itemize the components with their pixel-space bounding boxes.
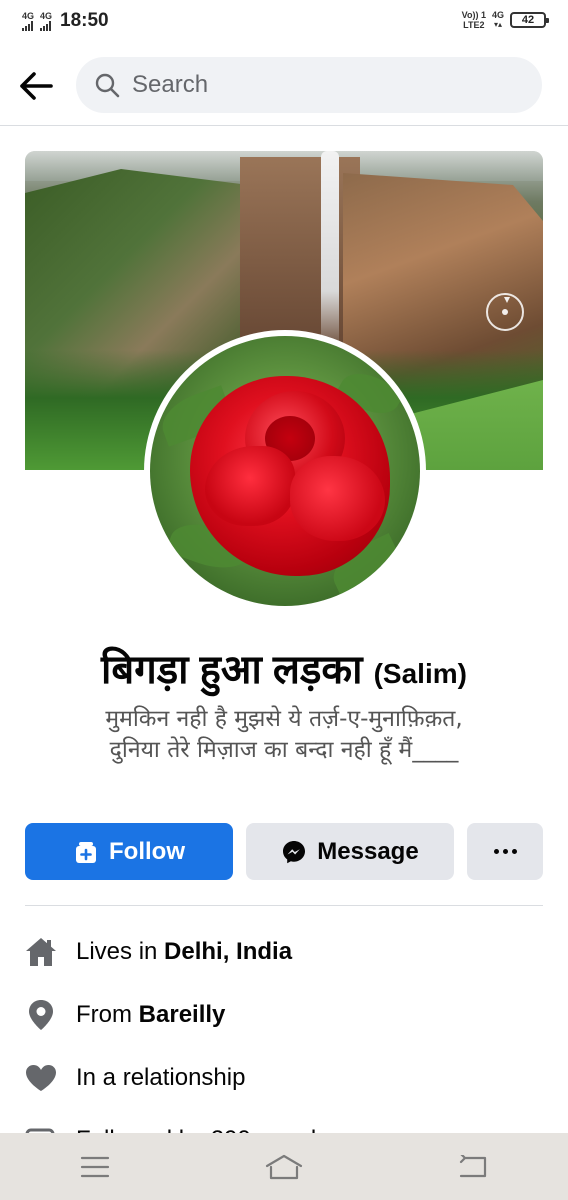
back-button[interactable] (16, 66, 56, 106)
clock: 18:50 (60, 10, 109, 31)
back-nav-icon (460, 1154, 487, 1177)
data-indicator: 4G ▾▴ (492, 10, 504, 30)
volte-indicator: Vo)) 1 LTE2 (462, 10, 486, 30)
detail-lives-prefix: Lives in (76, 938, 165, 965)
profile-name: बिगड़ा हुआ लड़का (Salim) (0, 640, 568, 695)
add-friend-icon (76, 841, 96, 863)
signal-bars-icon (40, 20, 52, 31)
profile-picture-rose (150, 336, 420, 606)
profile-name-suffix: (Salim) (373, 658, 467, 689)
detail-lives-value[interactable]: Delhi, India (164, 938, 292, 966)
menu-icon (80, 1156, 109, 1177)
avatar[interactable] (144, 330, 426, 612)
follow-button[interactable]: Follow (25, 823, 233, 880)
data-arrows-icon: ▾▴ (493, 20, 502, 29)
status-bar-left: 4G 4G 18:50 (22, 10, 109, 32)
battery-level: 42 (521, 14, 535, 26)
home-icon (25, 936, 57, 968)
messenger-icon (283, 840, 306, 863)
profile-name-primary: बिगड़ा हुआ लड़का (101, 648, 363, 692)
bio-line: दुनिया तेरे मिज़ाज का बन्दा नही हूँ मैं_… (109, 737, 459, 763)
status-bar-right: Vo)) 1 LTE2 4G ▾▴ 42 (462, 10, 549, 30)
system-nav-bar (0, 1133, 568, 1200)
app-header (0, 44, 568, 126)
detail-from: From Bareilly (25, 995, 543, 1035)
lte-label: LTE2 (463, 20, 485, 30)
more-options-button[interactable] (467, 823, 543, 880)
search-bar[interactable] (76, 57, 542, 113)
signal-bars-icon (22, 20, 33, 31)
home-nav-icon (265, 1154, 303, 1179)
battery-icon: 42 (510, 12, 549, 28)
search-icon (95, 73, 120, 98)
bio-line: मुमकिन नही है मुझसे ये तर्ज़-ए-मुनाफ़िक़… (105, 706, 463, 732)
message-button[interactable]: Message (246, 823, 454, 880)
signal-sim1: 4G (22, 10, 35, 31)
signal-sim2: 4G (40, 10, 53, 31)
detail-relationship: In a relationship (25, 1058, 543, 1098)
volte-label: Vo)) 1 (461, 10, 486, 20)
network-type-sim2: 4G (40, 10, 53, 21)
data-network-label: 4G (491, 10, 504, 20)
divider (25, 905, 543, 906)
detail-lives-in: Lives in Delhi, India (25, 932, 543, 972)
location-pin-icon (25, 999, 57, 1031)
follow-button-label: Follow (109, 837, 185, 865)
back-arrow-icon (20, 72, 53, 100)
panorama-360-icon[interactable] (486, 293, 524, 331)
detail-from-value[interactable]: Bareilly (139, 1001, 226, 1029)
profile-bio: मुमकिन नही है मुझसे ये तर्ज़-ए-मुनाफ़िक़… (40, 704, 528, 766)
detail-from-prefix: From (76, 1001, 139, 1028)
status-bar: 4G 4G 18:50 Vo)) 1 LTE2 4G ▾▴ 42 (0, 0, 568, 44)
waterfall (321, 151, 339, 351)
message-button-label: Message (317, 837, 419, 865)
recent-apps-button[interactable] (65, 1142, 125, 1192)
detail-relationship-label: In a relationship (76, 1064, 246, 1091)
home-nav-button[interactable] (254, 1142, 314, 1192)
more-dots-icon (493, 849, 517, 854)
search-input[interactable] (132, 71, 492, 99)
back-nav-button[interactable] (443, 1142, 503, 1192)
network-type-sim1: 4G (22, 10, 35, 21)
heart-icon (25, 1062, 57, 1094)
